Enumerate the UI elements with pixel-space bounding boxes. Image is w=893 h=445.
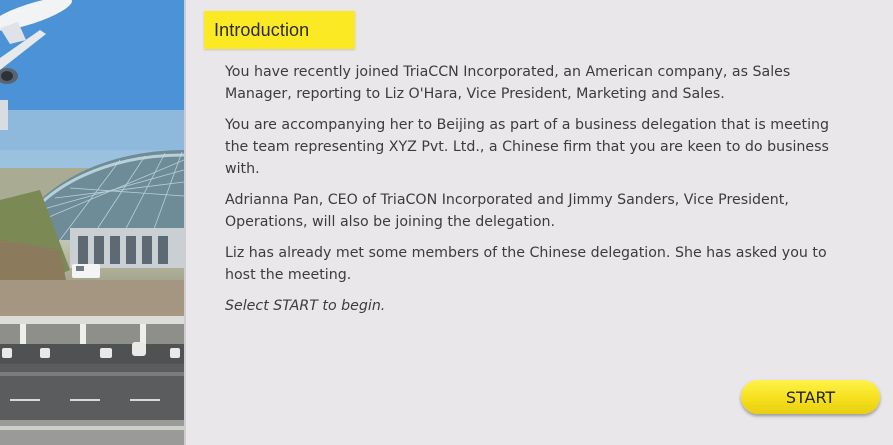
heading-title: Introduction (214, 20, 310, 40)
intro-screen: Introduction You have recently joined Tr… (0, 0, 893, 445)
section-heading: Introduction (204, 11, 355, 49)
airport-photo (0, 0, 184, 445)
intro-text: You have recently joined TriaCCN Incorpo… (225, 61, 835, 326)
intro-paragraph-2: You are accompanying her to Beijing as p… (225, 117, 830, 177)
intro-paragraph-3: Adrianna Pan, CEO of TriaCON Incorporate… (225, 192, 789, 230)
intro-paragraph-1: You have recently joined TriaCCN Incorpo… (225, 64, 791, 102)
start-instruction: Select START to begin. (225, 298, 386, 314)
intro-paragraph-4: Liz has already met some members of the … (225, 245, 827, 283)
start-button[interactable]: START (741, 380, 880, 414)
panel-divider (184, 0, 186, 445)
